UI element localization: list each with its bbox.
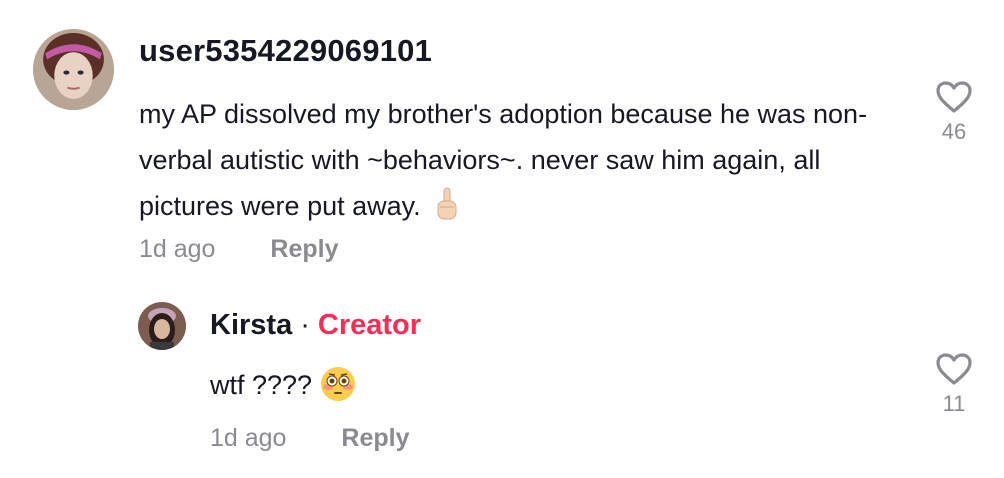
middle-finger-emoji-icon bbox=[435, 187, 459, 221]
reply-header: Kirsta · Creator bbox=[210, 309, 421, 342]
commenter-avatar[interactable] bbox=[33, 29, 114, 110]
reply-author-avatar[interactable] bbox=[138, 302, 186, 350]
heart-icon[interactable] bbox=[934, 352, 974, 386]
comment-like-button[interactable]: 46 bbox=[934, 80, 974, 145]
comment-reply-button[interactable]: Reply bbox=[270, 235, 338, 264]
comment-text: my AP dissolved my brother's adoption be… bbox=[139, 91, 899, 229]
flushed-face-emoji-icon bbox=[320, 366, 356, 402]
heart-icon[interactable] bbox=[934, 80, 974, 114]
commenter-username[interactable]: user5354229069101 bbox=[139, 33, 432, 69]
reply-author-name[interactable]: Kirsta bbox=[210, 309, 292, 341]
creator-badge: Creator bbox=[317, 309, 422, 341]
reply-reply-button[interactable]: Reply bbox=[341, 424, 409, 453]
comment-like-count: 46 bbox=[941, 119, 967, 144]
reply-like-button[interactable]: 11 bbox=[934, 352, 974, 417]
comment-meta: 1d ago Reply bbox=[139, 235, 339, 264]
comment-text-content: my AP dissolved my brother's adoption be… bbox=[139, 99, 868, 221]
reply-meta: 1d ago Reply bbox=[210, 424, 410, 453]
reply-text-content: wtf ???? bbox=[210, 370, 313, 400]
reply-timestamp: 1d ago bbox=[210, 424, 287, 452]
separator-dot: · bbox=[300, 309, 310, 341]
reply-like-count: 11 bbox=[942, 391, 966, 416]
comment-timestamp: 1d ago bbox=[139, 235, 216, 263]
reply-text: wtf ???? bbox=[210, 366, 356, 402]
